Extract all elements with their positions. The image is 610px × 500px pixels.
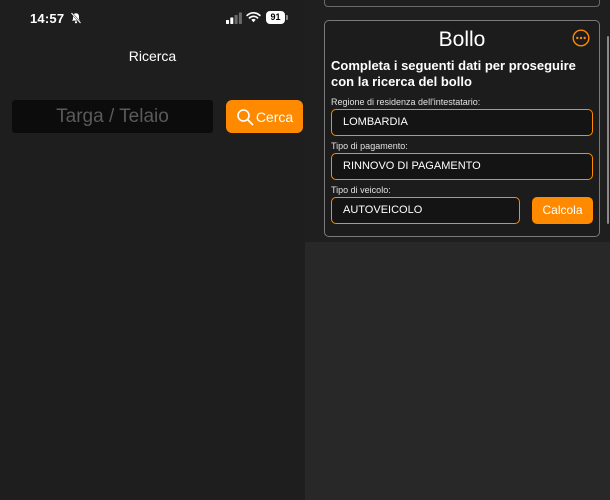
status-time: 14:57 — [30, 11, 65, 26]
vehicle-type-label: Tipo di veicolo: — [331, 185, 391, 195]
calculate-button[interactable]: Calcola — [532, 197, 593, 224]
search-screen: 14:57 91 Ricerca Targa / Telaio Cerca — [0, 0, 305, 500]
scrollbar[interactable] — [607, 36, 609, 224]
region-label: Regione di residenza dell'intestatario: — [331, 97, 481, 107]
plate-search-input[interactable] — [12, 100, 213, 133]
payment-type-label: Tipo di pagamento: — [331, 141, 408, 151]
search-button-label: Cerca — [255, 108, 294, 125]
battery-level: 91 — [266, 11, 285, 24]
region-select[interactable]: LOMBARDIA — [331, 109, 593, 136]
payment-type-select[interactable]: RINNOVO DI PAGAMENTO — [331, 153, 593, 180]
magnifier-icon — [237, 108, 254, 125]
page-title: Ricerca — [128, 48, 177, 64]
wifi-icon — [246, 11, 261, 23]
bell-slash-icon — [70, 12, 82, 24]
cellular-signal-icon — [226, 12, 242, 24]
bollo-card: Bollo Completa i seguenti dati per prose… — [324, 20, 600, 237]
card-title: Bollo — [438, 28, 486, 51]
bollo-screen: Bollo Completa i seguenti dati per prose… — [305, 0, 610, 500]
card-area: Bollo Completa i seguenti dati per prose… — [305, 0, 610, 242]
ellipsis-circle-icon[interactable] — [572, 29, 590, 47]
previous-card-edge — [324, 0, 600, 7]
card-intro-text: Completa i seguenti dati per proseguire … — [331, 58, 576, 89]
battery-icon: 91 — [266, 11, 288, 24]
vehicle-type-select[interactable]: AUTOVEICOLO — [331, 197, 520, 224]
battery-tip — [286, 15, 288, 20]
search-button[interactable]: Cerca — [226, 100, 303, 133]
screen: 14:57 91 Ricerca Targa / Telaio Cerca Bo… — [0, 0, 610, 500]
